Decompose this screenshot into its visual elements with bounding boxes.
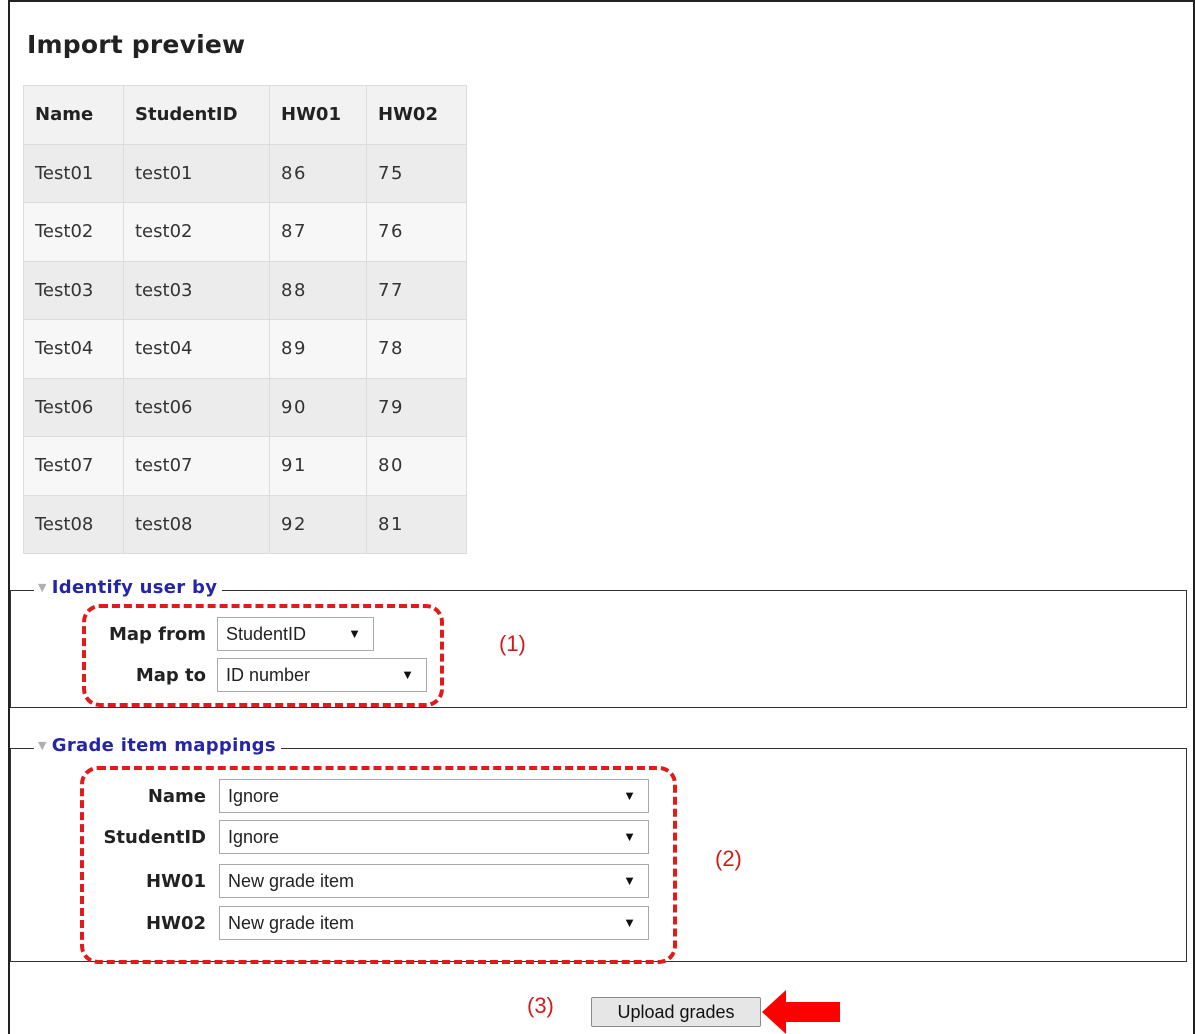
column-header-hw02: HW02 [366, 85, 467, 145]
table-row: Test04 test04 89 78 [23, 319, 467, 379]
cell-studentid: test03 [123, 260, 270, 320]
cell-name: Test04 [23, 319, 124, 379]
cell-hw02: 75 [366, 143, 467, 203]
table-row: Test03 test03 88 77 [23, 260, 467, 320]
cell-hw01: 89 [269, 319, 367, 379]
highlight-box-1 [82, 604, 444, 707]
cell-hw01: 88 [269, 260, 367, 320]
cell-hw01: 91 [269, 436, 367, 496]
cell-hw02: 81 [366, 494, 467, 554]
cell-studentid: test04 [123, 319, 270, 379]
cell-hw02: 80 [366, 436, 467, 496]
page-title: Import preview [27, 30, 246, 59]
cell-studentid: test07 [123, 436, 270, 496]
grade-mappings-legend-label: Grade item mappings [51, 735, 276, 756]
grade-mappings-legend[interactable]: ▼ Grade item mappings [34, 735, 281, 756]
cell-hw02: 77 [366, 260, 467, 320]
annotation-step-1: (1) [499, 631, 526, 656]
cell-hw01: 92 [269, 494, 367, 554]
upload-grades-button[interactable]: Upload grades [591, 997, 761, 1027]
cell-name: Test02 [23, 202, 124, 262]
cell-hw01: 90 [269, 377, 367, 437]
cell-studentid: test01 [123, 143, 270, 203]
column-header-name: Name [23, 85, 124, 145]
cell-hw01: 87 [269, 202, 367, 262]
annotation-step-3: (3) [527, 993, 554, 1018]
column-header-studentid: StudentID [123, 85, 270, 145]
import-preview-table: Name StudentID HW01 HW02 Test01 test01 8… [23, 85, 467, 554]
column-header-hw01: HW01 [269, 85, 367, 145]
cell-hw02: 76 [366, 202, 467, 262]
collapse-triangle-icon: ▼ [38, 739, 47, 752]
collapse-triangle-icon: ▼ [38, 581, 47, 594]
table-header-row: Name StudentID HW01 HW02 [23, 85, 467, 145]
cell-name: Test01 [23, 143, 124, 203]
cell-name: Test08 [23, 494, 124, 554]
cell-name: Test03 [23, 260, 124, 320]
table-row: Test08 test08 92 81 [23, 494, 467, 554]
cell-hw02: 79 [366, 377, 467, 437]
table-row: Test07 test07 91 80 [23, 436, 467, 496]
identify-user-legend[interactable]: ▼ Identify user by [34, 577, 223, 598]
cell-studentid: test06 [123, 377, 270, 437]
cell-name: Test07 [23, 436, 124, 496]
cell-name: Test06 [23, 377, 124, 437]
highlight-box-2 [80, 766, 677, 964]
table-row: Test06 test06 90 79 [23, 377, 467, 437]
cell-studentid: test08 [123, 494, 270, 554]
cell-hw01: 86 [269, 143, 367, 203]
cell-hw02: 78 [366, 319, 467, 379]
table-row: Test01 test01 86 75 [23, 143, 467, 203]
identify-user-legend-label: Identify user by [51, 577, 218, 598]
table-row: Test02 test02 87 76 [23, 202, 467, 262]
cell-studentid: test02 [123, 202, 270, 262]
arrow-left-icon [762, 990, 840, 1034]
annotation-step-2: (2) [715, 846, 742, 871]
